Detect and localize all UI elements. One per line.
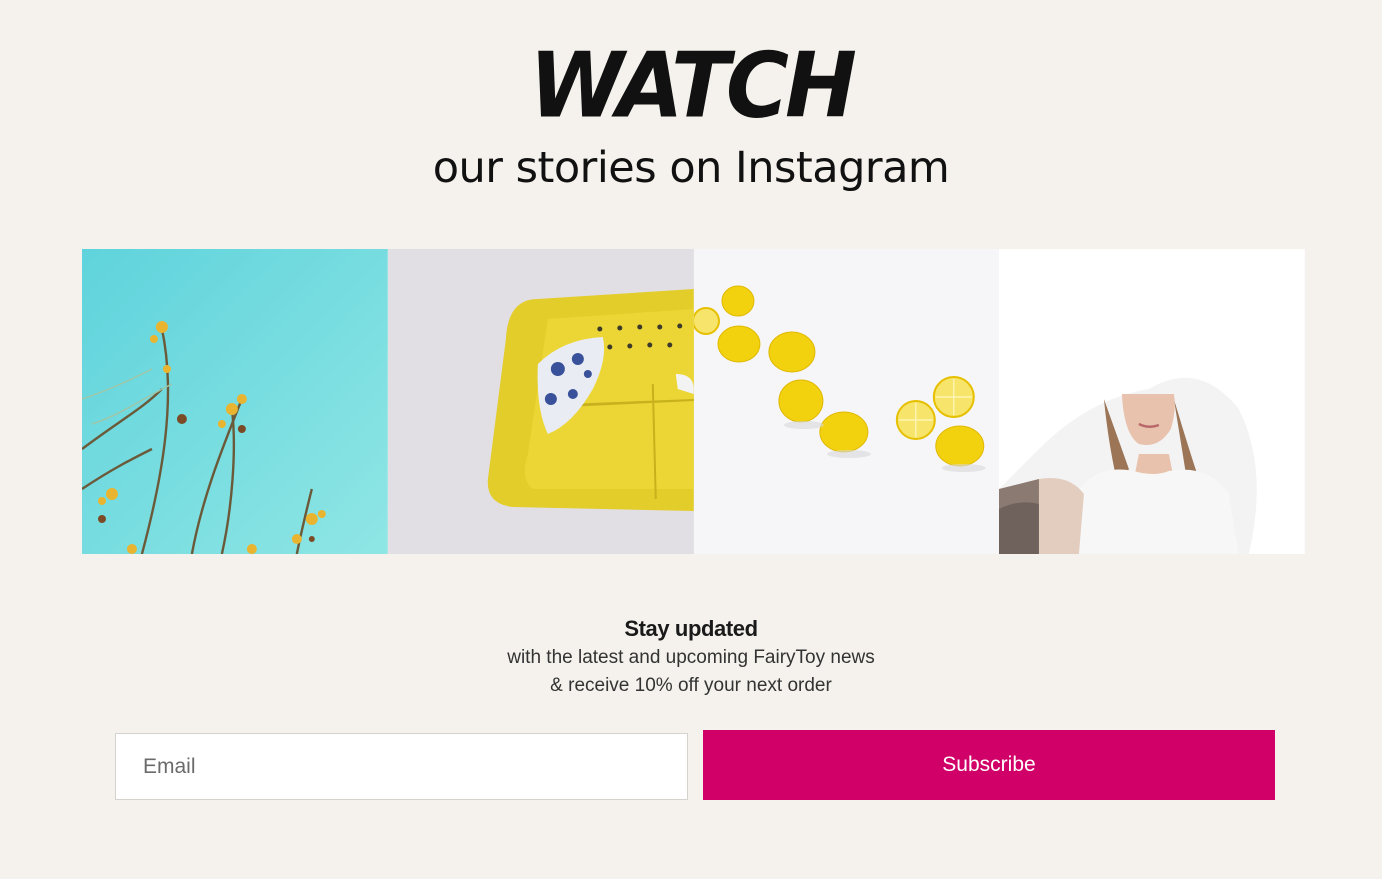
yellow-sofa-photo xyxy=(387,249,694,554)
email-field[interactable] xyxy=(115,733,688,800)
woman-white-fabric-photo xyxy=(999,249,1305,554)
newsletter-text-line-2: & receive 10% off your next order xyxy=(550,675,832,696)
lemons-photo xyxy=(693,249,1000,554)
instagram-subtitle: our stories on Instagram xyxy=(432,143,950,193)
watch-heading: WATCH xyxy=(529,33,857,139)
flowers-sky-photo xyxy=(82,249,388,554)
newsletter-title: Stay updated xyxy=(624,616,758,641)
instagram-newsletter-section: WATCH our stories on Instagram Stay upda… xyxy=(0,0,1382,879)
subscribe-button[interactable]: Subscribe xyxy=(703,730,1275,800)
instagram-post-3[interactable] xyxy=(693,249,1000,554)
instagram-post-4[interactable] xyxy=(999,249,1305,554)
instagram-post-1[interactable] xyxy=(82,249,388,554)
instagram-post-2[interactable] xyxy=(387,249,694,554)
instagram-grid xyxy=(82,249,1305,554)
newsletter-text-line-1: with the latest and upcoming FairyToy ne… xyxy=(507,647,875,668)
